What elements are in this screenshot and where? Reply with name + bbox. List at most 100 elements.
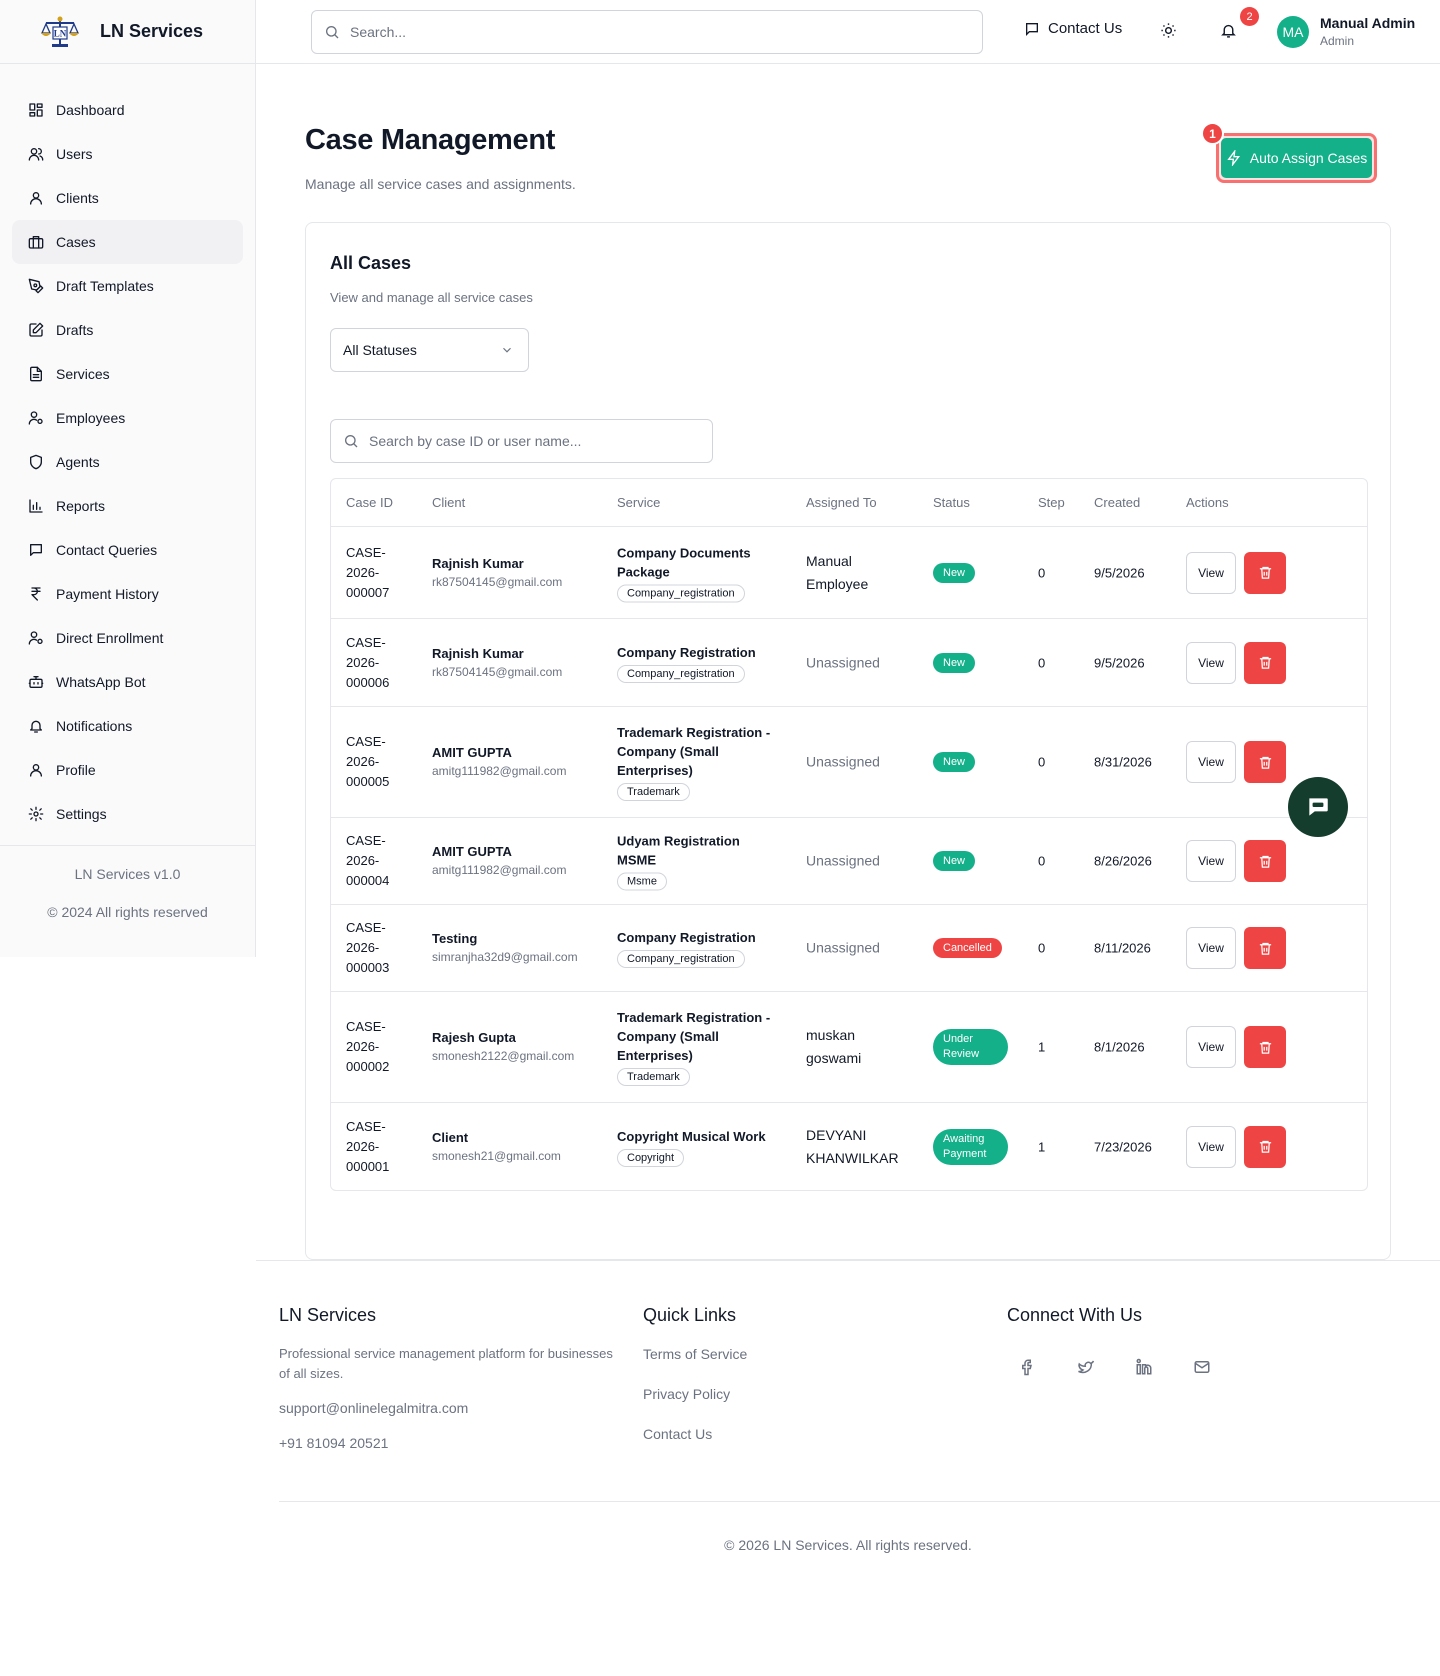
footer-connect: Connect With Us xyxy=(1007,1305,1211,1376)
footer-phone[interactable]: +91 81094 20521 xyxy=(279,1435,619,1451)
sidebar-item-label: Profile xyxy=(56,762,96,778)
delete-button[interactable] xyxy=(1244,927,1286,969)
service-name: Copyright Musical Work xyxy=(617,1128,766,1144)
service-name: Udyam Registration MSME xyxy=(617,833,740,868)
sidebar-item-services[interactable]: Services xyxy=(12,352,243,396)
contact-us-button[interactable]: Contact Us xyxy=(1024,20,1122,37)
sidebar-item-direct-enrollment[interactable]: Direct Enrollment xyxy=(12,616,243,660)
auto-assign-button[interactable]: Auto Assign Cases xyxy=(1216,133,1377,183)
view-button[interactable]: View xyxy=(1186,840,1236,882)
case-search-input[interactable] xyxy=(369,433,699,449)
delete-button[interactable] xyxy=(1244,1125,1286,1168)
delete-button[interactable] xyxy=(1244,1026,1286,1068)
service-cell: Company Registration Company_registration xyxy=(617,928,782,968)
user-name[interactable]: Manual Admin xyxy=(1320,15,1415,31)
sidebar-item-label: Employees xyxy=(56,410,126,426)
assigned-to: Unassigned xyxy=(806,852,880,869)
created-date: 8/26/2026 xyxy=(1094,853,1152,869)
sidebar-footer: LN Services v1.0 © 2024 All rights reser… xyxy=(0,845,255,920)
link-contact[interactable]: Contact Us xyxy=(643,1426,747,1442)
sidebar-item-reports[interactable]: Reports xyxy=(12,484,243,528)
case-id: CASE- 2026- 000007 xyxy=(346,544,390,600)
step-value: 0 xyxy=(1038,940,1046,956)
sidebar-item-notifications[interactable]: Notifications xyxy=(12,704,243,748)
sidebar-item-whatsapp-bot[interactable]: WhatsApp Bot xyxy=(12,660,243,704)
notification-bell-icon[interactable] xyxy=(1220,22,1237,39)
trash-icon xyxy=(1259,656,1271,669)
theme-toggle-sun-icon[interactable] xyxy=(1160,22,1177,39)
view-button[interactable]: View xyxy=(1186,1125,1236,1168)
status-filter-select[interactable]: All Statuses xyxy=(330,328,529,372)
created-date: 8/31/2026 xyxy=(1094,754,1152,770)
global-search[interactable] xyxy=(311,10,983,54)
facebook-icon[interactable] xyxy=(1019,1358,1037,1376)
client-email: smonesh2122@gmail.com xyxy=(432,1049,575,1063)
service-cell: Company Registration Company_registration xyxy=(617,643,782,683)
service-tag: Company_registration xyxy=(617,584,745,602)
footer-brand: LN Services xyxy=(279,1305,377,1325)
client-name: Rajnish Kumar xyxy=(432,645,524,661)
sidebar-item-payment-history[interactable]: Payment History xyxy=(12,572,243,616)
service-name: Trademark Registration - Company (Small En… xyxy=(617,725,771,778)
sidebar-item-contact-queries[interactable]: Contact Queries xyxy=(12,528,243,572)
brand[interactable]: LN LN Services xyxy=(0,0,255,64)
client-name: Testing xyxy=(432,931,478,946)
sidebar-item-employees[interactable]: Employees xyxy=(12,396,243,440)
version-text: LN Services v1.0 xyxy=(74,866,181,882)
service-cell: Trademark Registration - Company (Small En… xyxy=(617,1008,782,1086)
service-tag: Msme xyxy=(617,872,667,891)
rights-text: © 2024 All rights reserved xyxy=(47,904,208,920)
copyright: © 2026 LN Services. All rights reserved. xyxy=(724,1537,972,1553)
sidebar-item-profile[interactable]: Profile xyxy=(12,748,243,792)
delete-button[interactable] xyxy=(1244,840,1286,882)
assigned-to: muskan goswami xyxy=(806,1027,862,1066)
view-button[interactable]: View xyxy=(1186,1026,1236,1068)
client-cell: Client smonesh21@gmail.com xyxy=(432,1128,561,1166)
mail-icon[interactable] xyxy=(1193,1358,1211,1376)
status-cell: New xyxy=(933,752,976,772)
notification-count-badge: 2 xyxy=(1240,7,1259,26)
sidebar-item-draft-templates[interactable]: Draft Templates xyxy=(12,264,243,308)
sidebar-item-dashboard[interactable]: Dashboard xyxy=(12,88,243,132)
table-header: Case ID Client Service Assigned To Statu… xyxy=(331,479,1367,527)
sidebar-item-cases[interactable]: Cases xyxy=(12,220,243,264)
client-email: smonesh21@gmail.com xyxy=(432,1148,561,1163)
table-row: CASE- 2026- 000001 Client smonesh21@gmail.co… xyxy=(331,1103,1367,1190)
sidebar-item-users[interactable]: Users xyxy=(12,132,243,176)
view-button[interactable]: View xyxy=(1186,641,1236,684)
chat-button[interactable] xyxy=(1288,777,1348,837)
sidebar-item-settings[interactable]: Settings xyxy=(12,792,243,836)
link-privacy[interactable]: Privacy Policy xyxy=(643,1386,747,1402)
case-search[interactable] xyxy=(330,419,713,463)
twitter-icon[interactable] xyxy=(1077,1358,1095,1376)
case-id: CASE- 2026- 000005 xyxy=(346,734,390,789)
sidebar-item-agents[interactable]: Agents xyxy=(12,440,243,484)
linkedin-icon[interactable] xyxy=(1135,1358,1153,1376)
case-id: CASE- 2026- 000004 xyxy=(346,833,390,888)
footer-email[interactable]: support@onlinelegalmitra.com xyxy=(279,1400,619,1416)
user-cog-icon xyxy=(28,631,43,645)
service-tag: Copyright xyxy=(617,1148,685,1167)
avatar[interactable]: MA xyxy=(1277,16,1309,48)
delete-button[interactable] xyxy=(1244,641,1286,684)
global-search-input[interactable] xyxy=(350,24,950,40)
view-button[interactable]: View xyxy=(1186,741,1236,783)
footer-divider xyxy=(279,1501,1440,1502)
link-terms[interactable]: Terms of Service xyxy=(643,1346,747,1362)
card-subtitle: View and manage all service cases xyxy=(330,290,533,305)
view-button[interactable]: View xyxy=(1186,551,1236,594)
page-title: Case Management xyxy=(305,124,556,156)
service-name: Company Documents Package xyxy=(617,545,751,579)
client-name: Client xyxy=(432,1129,469,1145)
sidebar-item-clients[interactable]: Clients xyxy=(12,176,243,220)
sidebar-item-label: Payment History xyxy=(56,586,159,602)
sidebar-item-drafts[interactable]: Drafts xyxy=(12,308,243,352)
delete-button[interactable] xyxy=(1244,551,1286,594)
client-email: simranjha32d9@gmail.com xyxy=(432,950,578,964)
trash-icon xyxy=(1259,1041,1271,1054)
trash-icon xyxy=(1259,566,1271,579)
created-date: 8/1/2026 xyxy=(1094,1039,1145,1055)
view-button[interactable]: View xyxy=(1186,927,1236,969)
client-cell: Testing simranjha32d9@gmail.com xyxy=(432,929,578,967)
delete-button[interactable] xyxy=(1244,741,1286,783)
